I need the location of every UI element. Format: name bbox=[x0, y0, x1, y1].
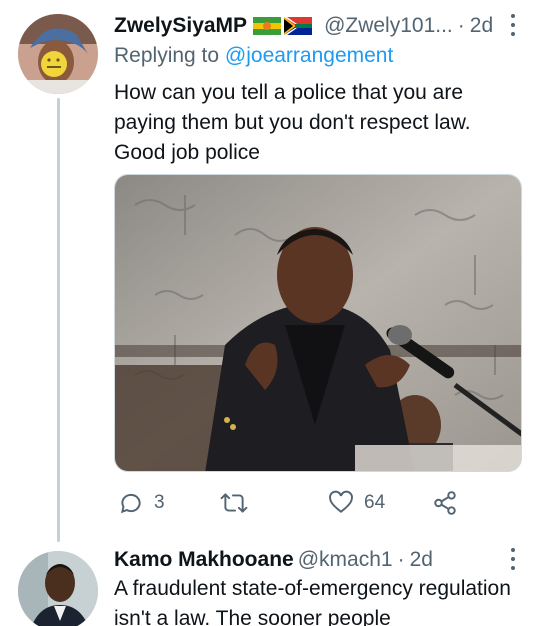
retweet-button[interactable] bbox=[220, 488, 258, 518]
tweet-header: Kamo Makhooane @kmach1 · 2d bbox=[114, 546, 509, 574]
tweet-header: ZwelySiyaMP @Zwely101... · 2d bbox=[114, 12, 509, 40]
south-africa-flag-icon bbox=[284, 17, 313, 35]
sunburst-flag-icon bbox=[253, 17, 282, 35]
avatar[interactable] bbox=[18, 551, 98, 626]
separator-dot: · bbox=[397, 548, 405, 571]
share-button[interactable] bbox=[432, 488, 458, 518]
tweet-actions: 3 64 bbox=[114, 488, 514, 518]
display-name[interactable]: ZwelySiyaMP bbox=[114, 14, 247, 38]
tweet-text: A fraudulent state-of-emergency regulati… bbox=[114, 577, 511, 626]
display-name[interactable]: Kamo Makhooane bbox=[114, 548, 294, 572]
separator-dot: · bbox=[457, 14, 465, 37]
like-button[interactable]: 64 bbox=[328, 488, 385, 518]
tweet-photo[interactable] bbox=[114, 174, 522, 472]
flag-emojis bbox=[253, 17, 313, 35]
reply-button[interactable]: 3 bbox=[118, 488, 165, 518]
reply-count: 3 bbox=[154, 492, 165, 513]
timestamp[interactable]: 2d bbox=[470, 14, 493, 38]
tweet-text: How can you tell a police that you are p… bbox=[114, 81, 471, 164]
mention-link[interactable]: @joearrangement bbox=[225, 44, 393, 67]
more-icon[interactable] bbox=[510, 14, 516, 36]
like-count: 64 bbox=[364, 492, 386, 513]
retweet-icon bbox=[220, 493, 248, 513]
reply-icon bbox=[120, 493, 141, 514]
share-icon bbox=[434, 491, 456, 515]
more-icon[interactable] bbox=[510, 548, 516, 570]
like-icon bbox=[329, 490, 353, 513]
avatar[interactable] bbox=[18, 14, 98, 94]
replying-prefix: Replying to bbox=[114, 44, 220, 67]
user-handle[interactable]: @kmach1 bbox=[298, 548, 393, 572]
thread-connector-line bbox=[57, 98, 60, 542]
user-handle[interactable]: @Zwely101... bbox=[324, 14, 453, 38]
timestamp[interactable]: 2d bbox=[410, 548, 433, 572]
replying-to: Replying to @joearrangement bbox=[114, 44, 393, 68]
